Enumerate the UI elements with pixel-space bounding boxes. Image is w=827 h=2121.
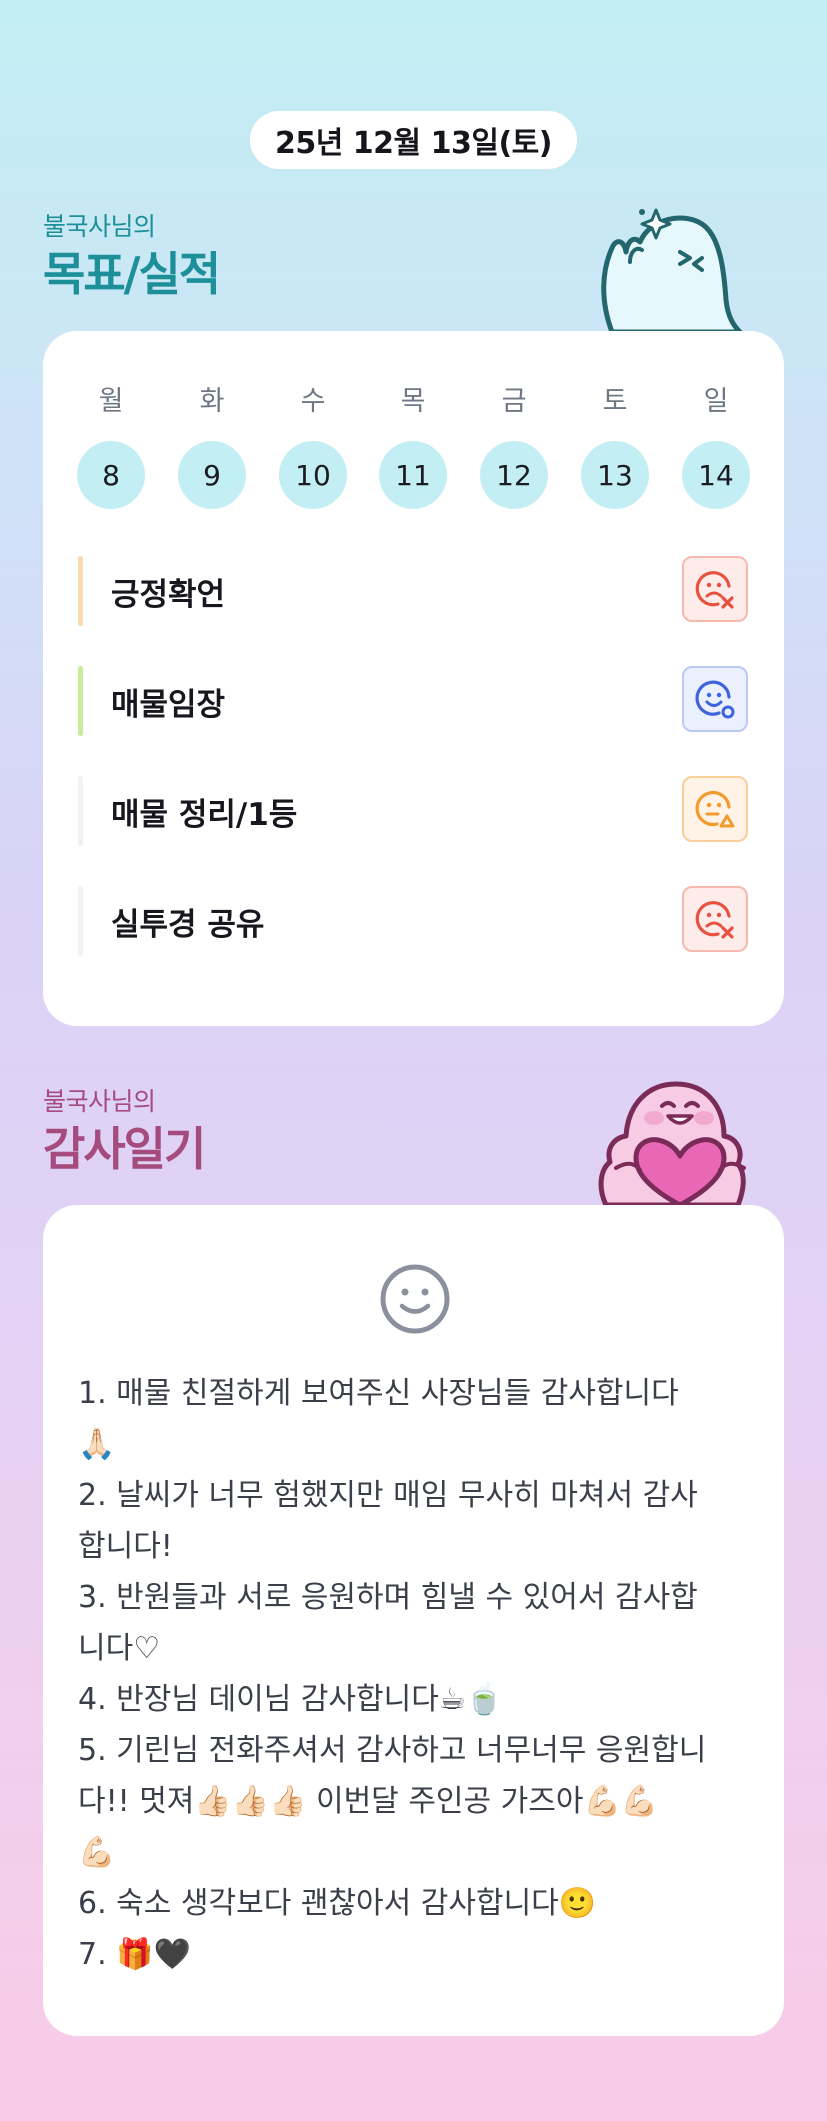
day-name: 화 [199,386,225,417]
goal-row[interactable]: 매물임장 [78,666,748,736]
day-name: 목 [400,386,426,417]
goal-color-bar [78,886,83,956]
day-name: 수 [300,386,326,417]
day-date[interactable]: 11 [379,441,447,509]
goal-label: 실투경 공유 [111,906,265,943]
mascot-heart-icon [598,1081,746,1205]
day-date[interactable]: 8 [77,441,145,509]
goals-section-title: 목표/실적 [43,247,221,301]
sad-x-icon [695,571,734,609]
goal-status-button[interactable] [682,666,748,732]
goal-label: 매물임장 [111,686,226,723]
goal-color-bar [78,556,83,626]
goal-status-button[interactable] [682,556,748,622]
date-label: 25년 12월 13일(토) [275,126,552,161]
mascot-thumbs-up-icon [601,208,743,332]
goal-row[interactable]: 긍정확언 [78,556,748,626]
diary-entry-text: 1. 매물 친절하게 보여주신 사장님들 감사합니다 🙏🏻 2. 날씨가 너무 … [78,1376,707,1972]
day-name: 일 [703,386,729,417]
day-name: 월 [98,386,124,417]
goals-card: 월 8 화 9 수 10 목 11 금 12 토 13 일 14 긍정확언 매물… [43,331,784,1026]
day-date[interactable]: 13 [581,441,649,509]
goal-color-bar [78,776,83,846]
goal-status-button[interactable] [682,886,748,952]
day-name: 토 [602,386,628,417]
date-pill[interactable]: 25년 12월 13일(토) [250,111,577,169]
smile-icon [695,680,735,719]
diary-section-title: 감사일기 [43,1122,206,1176]
meh-warning-icon [695,790,735,828]
diary-card: 1. 매물 친절하게 보여주신 사장님들 감사합니다 🙏🏻 2. 날씨가 너무 … [43,1205,784,2036]
goal-status-button[interactable] [682,776,748,842]
goal-label: 매물 정리/1등 [111,796,298,833]
goal-label: 긍정확언 [111,576,226,613]
day-date[interactable]: 12 [480,441,548,509]
goal-row[interactable]: 실투경 공유 [78,886,748,956]
goal-row[interactable]: 매물 정리/1등 [78,776,748,846]
sad-x-icon [695,901,734,939]
smile-face-icon [380,1264,450,1334]
day-date[interactable]: 9 [178,441,246,509]
goal-color-bar [78,666,83,736]
day-name: 금 [501,386,527,417]
day-date[interactable]: 10 [279,441,347,509]
day-date[interactable]: 14 [682,441,750,509]
